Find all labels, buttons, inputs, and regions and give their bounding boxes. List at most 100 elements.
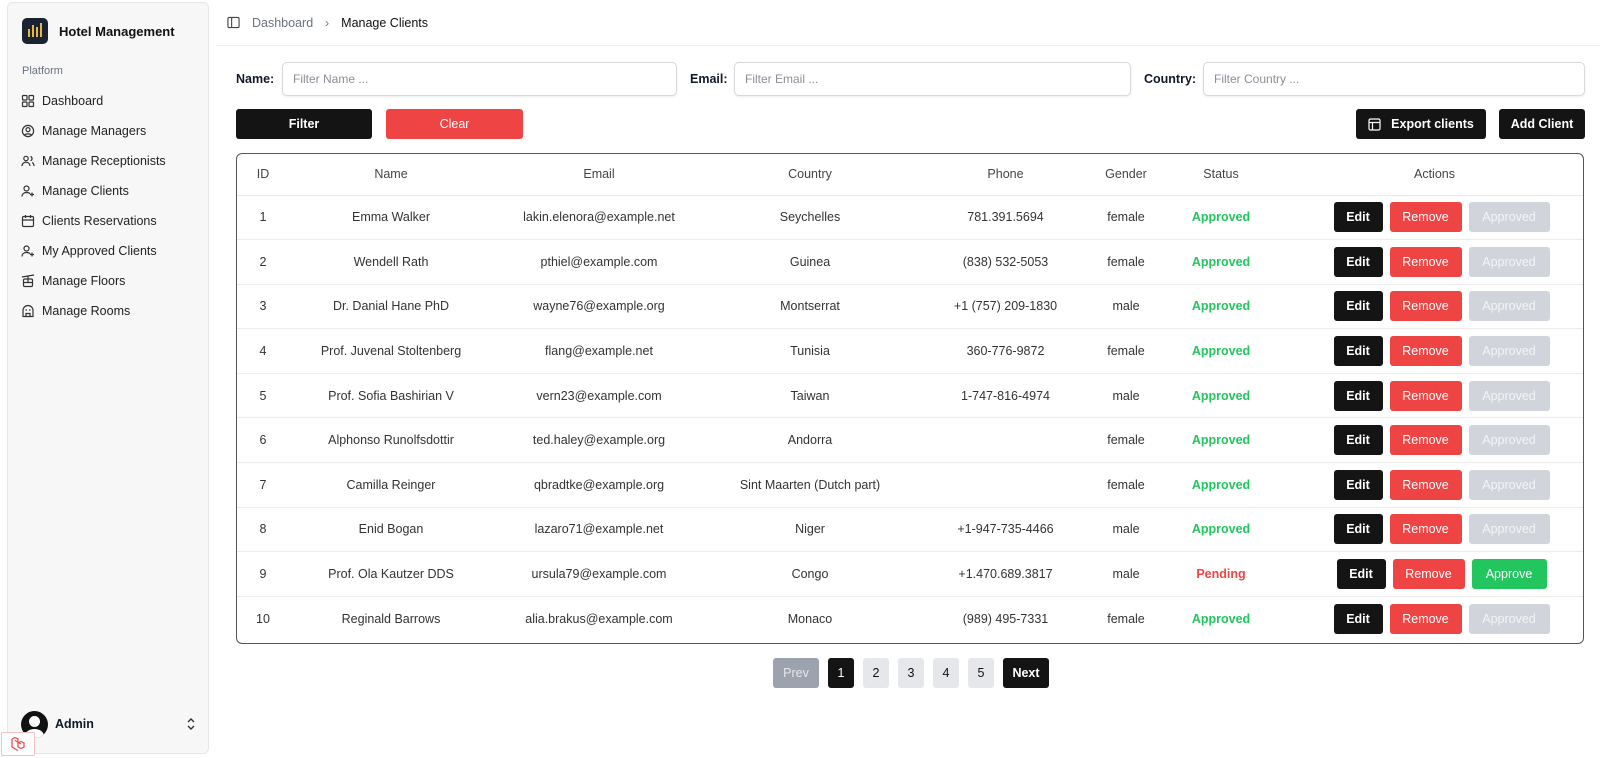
row-actions: Edit Remove Approved: [1286, 336, 1583, 367]
breadcrumb-dashboard-link[interactable]: Dashboard: [252, 16, 313, 30]
country-filter-input[interactable]: [1203, 62, 1585, 96]
edit-button[interactable]: Edit: [1333, 336, 1383, 367]
page-5-button[interactable]: 5: [968, 658, 994, 688]
name-filter-input[interactable]: [282, 62, 677, 96]
edit-button[interactable]: Edit: [1333, 202, 1383, 233]
clear-button[interactable]: Clear: [386, 109, 523, 139]
sidebar-toggle-icon[interactable]: [227, 16, 240, 29]
sidebar-nav: Dashboard Manage Managers Manage Recepti…: [21, 86, 201, 326]
table-row: 8 Enid Bogan lazaro71@example.net Niger +1-9…: [237, 507, 1583, 553]
edit-button[interactable]: Edit: [1333, 603, 1383, 634]
page-4-button[interactable]: 4: [933, 658, 959, 688]
cell-name: Camilla Reinger: [289, 462, 493, 508]
cell-phone: 781.391.5694: [915, 195, 1096, 241]
filter-button[interactable]: Filter: [236, 109, 372, 139]
table-row: 1 Emma Walker lakin.elenora@example.net Sey…: [237, 195, 1583, 241]
user-menu[interactable]: Admin: [21, 709, 201, 739]
approve-button[interactable]: Approve: [1471, 559, 1547, 590]
edit-button[interactable]: Edit: [1333, 425, 1383, 456]
remove-button[interactable]: Remove: [1389, 603, 1462, 634]
sidebar-item-approved-clients[interactable]: My Approved Clients: [21, 236, 201, 266]
sidebar-item-label: Manage Floors: [42, 274, 126, 288]
remove-button[interactable]: Remove: [1389, 425, 1462, 456]
cell-actions: Edit Remove Approve: [1286, 551, 1583, 597]
cell-country: Niger: [705, 507, 915, 553]
page-3-button[interactable]: 3: [898, 658, 924, 688]
sidebar-item-receptionists[interactable]: Manage Receptionists: [21, 146, 201, 176]
cell-gender: female: [1096, 462, 1156, 508]
row-actions: Edit Remove Approved: [1286, 291, 1583, 322]
remove-button[interactable]: Remove: [1389, 202, 1462, 233]
prev-page-button[interactable]: Prev: [773, 658, 819, 688]
cell-id: 4: [237, 328, 289, 374]
table-row: 9 Prof. Ola Kautzer DDS ursula79@example.c…: [237, 551, 1583, 597]
edit-button[interactable]: Edit: [1333, 380, 1383, 411]
remove-button[interactable]: Remove: [1392, 559, 1465, 590]
remove-button[interactable]: Remove: [1389, 246, 1462, 277]
table-row: 6 Alphonso Runolfsdottir ted.haley@example…: [237, 417, 1583, 464]
export-clients-button[interactable]: Export clients: [1356, 109, 1486, 139]
chevron-right-icon: ›: [325, 15, 330, 30]
cell-actions: Edit Remove Approved: [1286, 284, 1583, 330]
laravel-logo-icon: [1, 732, 35, 756]
users-icon: [21, 155, 35, 167]
cell-name: Prof. Juvenal Stoltenberg: [289, 328, 493, 374]
status-badge: Approved: [1191, 611, 1251, 626]
cell-gender: female: [1096, 239, 1156, 285]
remove-button[interactable]: Remove: [1389, 469, 1462, 500]
sidebar-item-managers[interactable]: Manage Managers: [21, 116, 201, 146]
sidebar-item-rooms[interactable]: Manage Rooms: [21, 296, 201, 326]
edit-button[interactable]: Edit: [1336, 559, 1386, 590]
remove-button[interactable]: Remove: [1389, 291, 1462, 322]
table-row: 10 Reginald Barrows alia.brakus@example.co…: [237, 596, 1583, 641]
cell-country: Montserrat: [705, 284, 915, 330]
cell-phone: (989) 495-7331: [962, 611, 1049, 626]
sidebar-item-label: Dashboard: [42, 94, 104, 108]
cell-country: Tunisia: [705, 328, 915, 374]
page-2-button[interactable]: 2: [863, 658, 889, 688]
user-circle-icon: [21, 124, 35, 138]
email-filter-input[interactable]: [734, 62, 1131, 96]
country-filter-label: Country:: [1144, 72, 1197, 86]
remove-button[interactable]: Remove: [1389, 336, 1462, 367]
cell-phone: +1 (757) 209-1830: [915, 284, 1096, 330]
status-badge: Approved: [1156, 373, 1286, 419]
column-header-country: Country: [705, 154, 915, 196]
sidebar-item-label: My Approved Clients: [42, 244, 157, 258]
next-page-button[interactable]: Next: [1003, 658, 1049, 688]
cell-id: 1: [237, 195, 289, 241]
sidebar-item-clients[interactable]: Manage Clients: [21, 176, 201, 206]
cell-name: Reginald Barrows: [341, 611, 441, 626]
edit-button[interactable]: Edit: [1333, 469, 1383, 500]
clients-table: ID Name Email Country Phone Gender Statu…: [237, 154, 1583, 641]
status-badge: Approved: [1156, 284, 1286, 330]
sidebar-item-dashboard[interactable]: Dashboard: [21, 86, 201, 116]
sidebar-item-reservations[interactable]: Clients Reservations: [21, 206, 201, 236]
approved-button: Approved: [1468, 202, 1550, 233]
calendar-icon: [21, 215, 35, 228]
page-1-button[interactable]: 1: [828, 658, 854, 688]
status-badge: Approved: [1156, 462, 1286, 508]
remove-button[interactable]: Remove: [1389, 380, 1462, 411]
row-actions: Edit Remove Approved: [1286, 246, 1583, 277]
name-filter-label: Name:: [236, 72, 275, 86]
cell-name: Enid Bogan: [289, 507, 493, 553]
remove-button[interactable]: Remove: [1389, 514, 1462, 545]
edit-button[interactable]: Edit: [1333, 514, 1383, 545]
cell-country: Sint Maarten (Dutch part): [705, 462, 915, 508]
edit-button[interactable]: Edit: [1333, 291, 1383, 322]
cell-phone: +1.470.689.3817: [915, 551, 1096, 597]
sidebar-item-floors[interactable]: Manage Floors: [21, 266, 201, 296]
brand[interactable]: Hotel Management: [22, 16, 175, 46]
row-actions: Edit Remove Approved: [1286, 425, 1583, 456]
approved-button: Approved: [1468, 603, 1550, 634]
cell-gender: female: [1096, 195, 1156, 241]
sidebar: Hotel Management Platform Dashboard Mana…: [1, 2, 209, 756]
user-plus-icon: [21, 185, 34, 197]
column-header-phone: Phone: [915, 154, 1096, 196]
add-client-button[interactable]: Add Client: [1499, 109, 1585, 139]
status-badge: Pending: [1156, 551, 1286, 597]
cell-name: Dr. Danial Hane PhD: [289, 284, 493, 330]
edit-button[interactable]: Edit: [1333, 246, 1383, 277]
table-header-row: ID Name Email Country Phone Gender Statu…: [237, 154, 1583, 196]
